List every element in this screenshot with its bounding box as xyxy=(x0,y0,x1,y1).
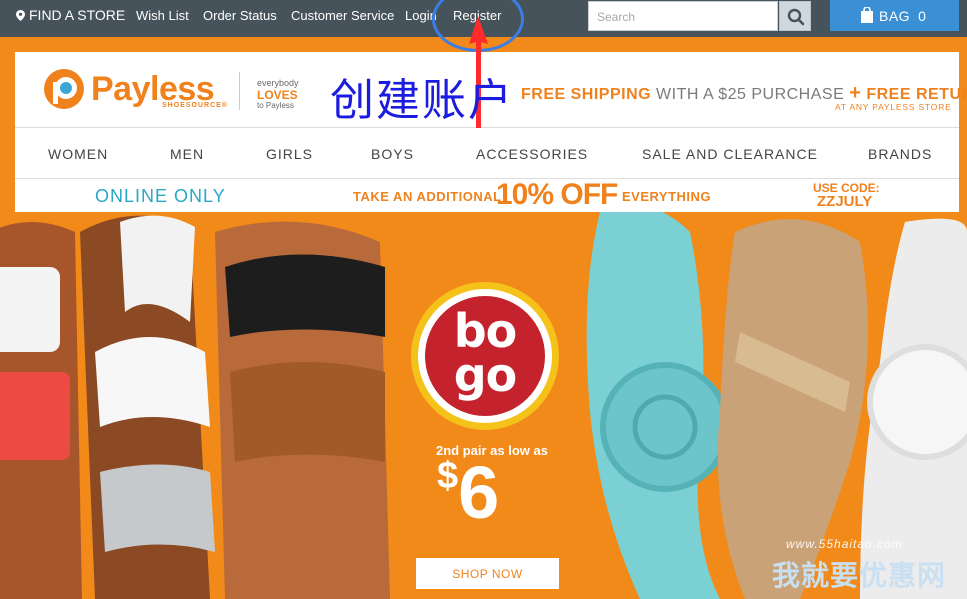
online-only-text[interactable]: ONLINE ONLY xyxy=(95,186,226,207)
search-icon xyxy=(787,8,805,26)
bag-count: 0 xyxy=(918,8,927,24)
wish-list-link[interactable]: Wish List xyxy=(136,8,189,23)
any-store-text: AT ANY PAYLESS STORE xyxy=(835,102,952,112)
bag-label: BAG xyxy=(879,8,911,24)
logo-divider xyxy=(239,72,240,110)
payless-logo-icon xyxy=(44,69,84,109)
nav-item-girls[interactable]: GIRLS xyxy=(266,146,313,162)
find-store-label: FIND A STORE xyxy=(29,7,126,23)
promo-code: ZZJULY xyxy=(817,193,873,210)
watermark-url: www.55haitao.com xyxy=(786,537,903,551)
tagline-loves: LOVES xyxy=(257,88,298,102)
plus-sign: + xyxy=(849,82,862,104)
purchase-text: WITH A $25 PURCHASE xyxy=(651,86,850,103)
nav-item-boys[interactable]: BOYS xyxy=(371,146,414,162)
price-amount: 6 xyxy=(458,451,500,534)
price-currency: $ xyxy=(437,455,459,497)
brand-subtitle: SHOESOURCE® xyxy=(162,102,228,109)
take-additional-text: TAKE AN ADDITIONAL xyxy=(353,189,502,204)
bogo-badge-inner: bo go xyxy=(425,296,545,416)
order-status-link[interactable]: Order Status xyxy=(203,8,277,23)
nav-item-accessories[interactable]: ACCESSORIES xyxy=(476,146,588,162)
search-button[interactable] xyxy=(779,1,811,31)
bogo-badge: bo go xyxy=(411,282,559,430)
tagline-to-payless: to Payless xyxy=(257,101,294,110)
nav-item-sale-clearance[interactable]: SALE AND CLEARANCE xyxy=(642,146,818,162)
price: $6 xyxy=(437,450,499,535)
main-nav: WOMEN MEN GIRLS BOYS ACCESSORIES SALE AN… xyxy=(15,127,959,179)
free-returns-text: FREE RETURNS xyxy=(866,86,967,103)
nav-item-women[interactable]: WOMEN xyxy=(48,146,108,162)
watermark-site: 我就要优惠网 xyxy=(772,559,947,592)
search-input[interactable]: Search xyxy=(588,1,778,31)
free-shipping-text: FREE SHIPPING xyxy=(521,86,652,103)
tagline-everybody: everybody xyxy=(257,78,299,88)
customer-service-link[interactable]: Customer Service xyxy=(291,8,394,23)
hero-banner[interactable]: bo go 2nd pair as low as $6 SHOP NOW www… xyxy=(0,212,967,599)
bogo-text-go: go xyxy=(453,348,518,402)
bag-button[interactable]: BAG 0 xyxy=(830,0,959,31)
discount-percent: 10% OFF xyxy=(496,178,618,211)
shop-now-button[interactable]: SHOP NOW xyxy=(416,558,559,589)
annotation-label: 创建账户 xyxy=(330,75,514,126)
nav-item-brands[interactable]: BRANDS xyxy=(868,146,932,162)
everything-text: EVERYTHING xyxy=(622,189,712,204)
find-store-link[interactable]: FIND A STORE xyxy=(16,7,125,23)
search-placeholder: Search xyxy=(597,10,636,24)
nav-item-men[interactable]: MEN xyxy=(170,146,204,162)
location-pin-icon xyxy=(16,10,25,21)
bag-icon xyxy=(861,7,873,23)
